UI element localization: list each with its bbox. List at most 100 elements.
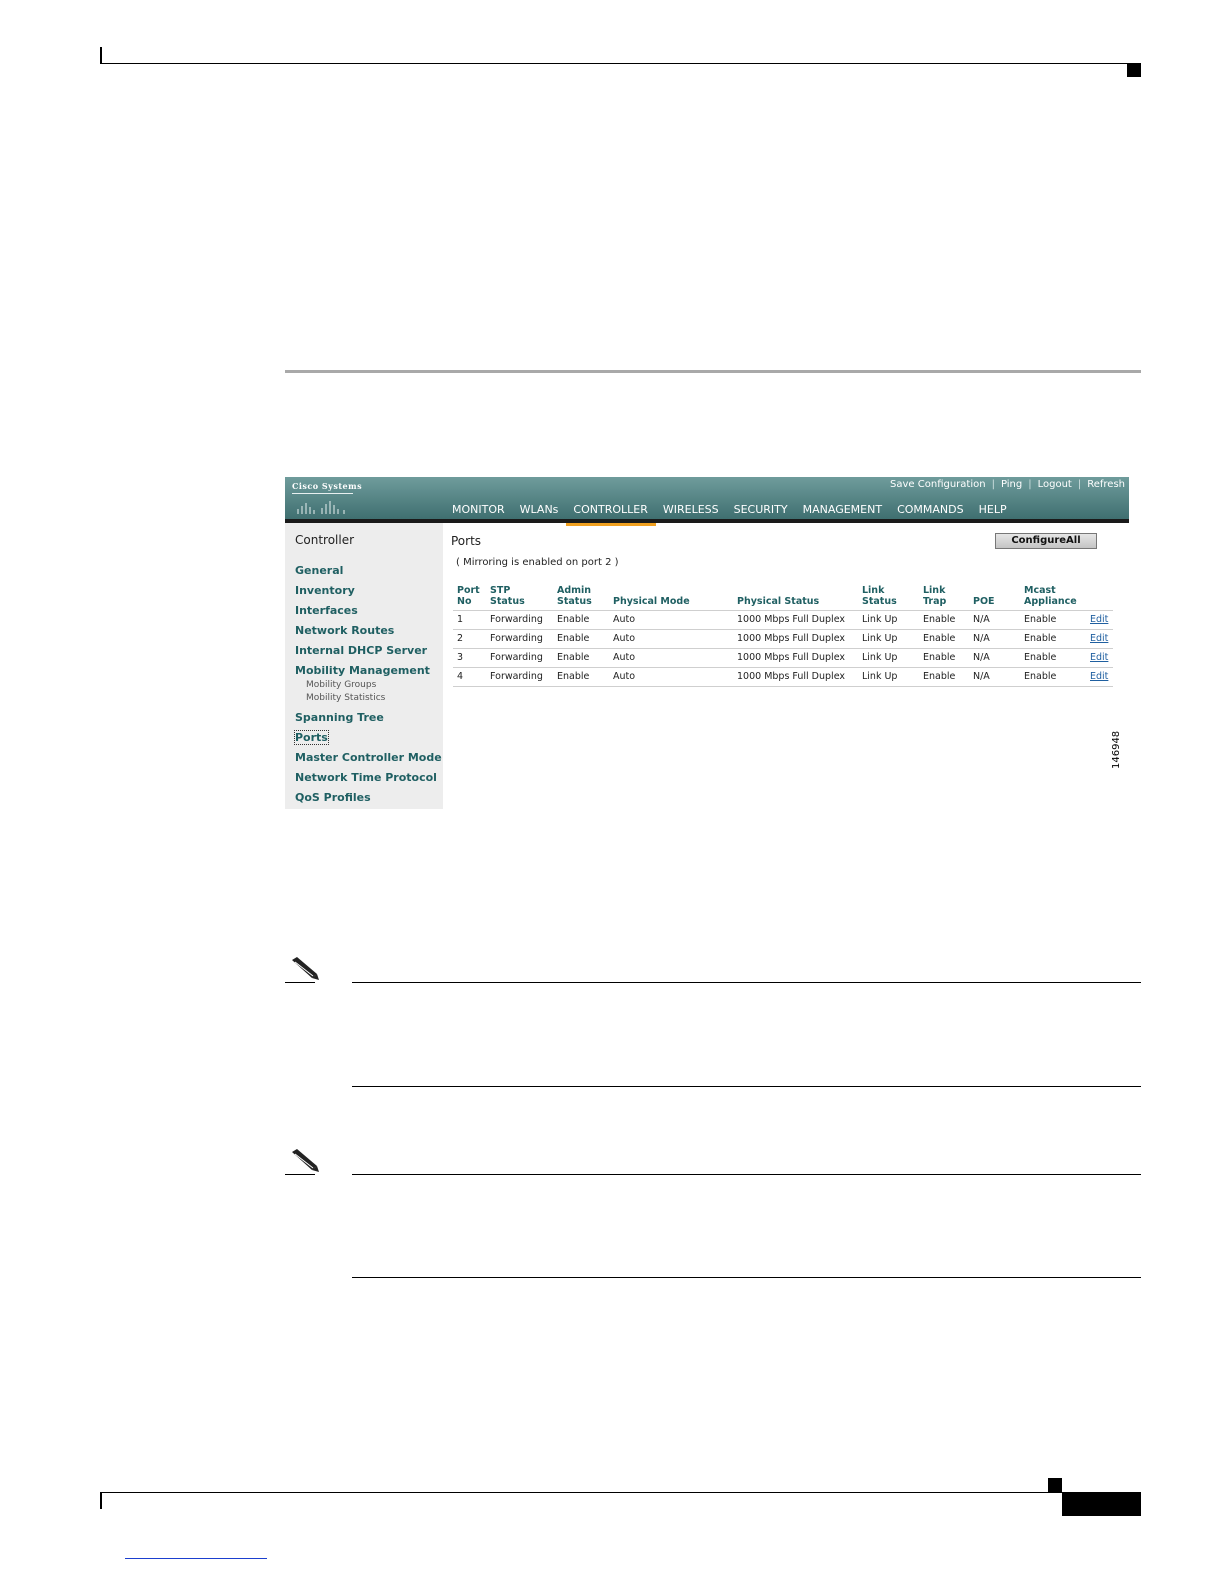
cell-link-status: Link Up — [858, 629, 919, 649]
configure-all-button[interactable]: ConfigureAll — [995, 533, 1097, 549]
sidebar-item-network-time-protocol[interactable]: Network Time Protocol — [295, 771, 437, 784]
header-marker — [1127, 64, 1141, 77]
cell-port-no: 2 — [453, 629, 486, 649]
col-mcast-appliance: Mcast Appliance — [1024, 585, 1077, 607]
col-link-trap: Link Trap — [923, 585, 947, 607]
cisco-bridge-icon — [292, 493, 353, 514]
note-icon-base — [285, 1174, 315, 1175]
cell-link-status: Link Up — [858, 667, 919, 687]
link-separator: | — [991, 479, 995, 490]
cell-stp-status: Forwarding — [486, 610, 553, 630]
cell-physical-status: 1000 Mbps Full Duplex — [733, 667, 858, 687]
ping-link[interactable]: Ping — [1001, 479, 1022, 490]
table-row: 4 Forwarding Enable Auto 1000 Mbps Full … — [453, 667, 1113, 687]
cell-link-status: Link Up — [858, 648, 919, 668]
cell-port-no: 1 — [453, 610, 486, 630]
cell-physical-mode: Auto — [609, 629, 733, 649]
cell-link-trap: Enable — [919, 667, 969, 687]
table-header-row: Port No STP Status Admin Status Physical Mo… — [453, 584, 1113, 611]
cell-mcast-appliance: Enable — [1020, 667, 1086, 687]
cisco-logo: Cisco Systems — [292, 481, 363, 491]
sidebar-item-mobility-management[interactable]: Mobility Management — [295, 664, 430, 677]
note-bottom-rule — [352, 1277, 1141, 1278]
footer-rule — [100, 1492, 1141, 1493]
tab-commands[interactable]: COMMANDS — [890, 499, 972, 521]
tab-monitor[interactable]: MONITOR — [445, 499, 513, 521]
cell-physical-mode: Auto — [609, 648, 733, 668]
cell-poe: N/A — [969, 629, 1020, 649]
note-bottom-rule — [352, 1086, 1141, 1087]
figure-id: 146948 — [1111, 730, 1122, 769]
cell-stp-status: Forwarding — [486, 667, 553, 687]
tab-controller[interactable]: CONTROLLER — [566, 499, 657, 526]
cell-poe: N/A — [969, 648, 1020, 668]
cell-port-no: 4 — [453, 667, 486, 687]
col-poe: POE — [973, 596, 995, 607]
tab-wlans[interactable]: WLANs — [513, 499, 567, 521]
sidebar-item-network-routes[interactable]: Network Routes — [295, 624, 394, 637]
cell-admin-status: Enable — [553, 648, 609, 668]
page-title: Ports — [451, 534, 482, 548]
cell-poe: N/A — [969, 667, 1020, 687]
page-number-block — [1062, 1493, 1141, 1516]
edit-link[interactable]: Edit — [1090, 671, 1108, 682]
cell-stp-status: Forwarding — [486, 648, 553, 668]
sidebar-item-ports[interactable]: Ports — [294, 730, 329, 745]
sidebar-item-general[interactable]: General — [295, 564, 343, 577]
header-rule — [100, 63, 1141, 64]
cell-link-trap: Enable — [919, 629, 969, 649]
cell-stp-status: Forwarding — [486, 629, 553, 649]
tab-management[interactable]: MANAGEMENT — [796, 499, 890, 521]
col-physical-mode: Physical Mode — [613, 596, 690, 607]
tab-wireless[interactable]: WIRELESS — [656, 499, 727, 521]
sidebar-item-interfaces[interactable]: Interfaces — [295, 604, 358, 617]
ports-table: Port No STP Status Admin Status Physical Mo… — [453, 584, 1113, 687]
section-rule — [285, 370, 1141, 373]
cell-link-trap: Enable — [919, 610, 969, 630]
mirroring-note: ( Mirroring is enabled on port 2 ) — [456, 557, 619, 568]
footer-tick — [100, 1492, 102, 1509]
note-top-rule — [352, 982, 1141, 983]
sidebar-item-spanning-tree[interactable]: Spanning Tree — [295, 711, 384, 724]
sidebar-subitem-mobility-groups[interactable]: Mobility Groups — [306, 680, 376, 690]
table-row: 3 Forwarding Enable Auto 1000 Mbps Full … — [453, 648, 1113, 668]
refresh-link[interactable]: Refresh — [1087, 479, 1125, 490]
footer-link-underline[interactable] — [125, 1558, 267, 1559]
edit-link[interactable]: Edit — [1090, 633, 1108, 644]
col-physical-status: Physical Status — [737, 596, 820, 607]
pencil-icon — [292, 1149, 319, 1172]
cell-mcast-appliance: Enable — [1020, 629, 1086, 649]
cell-poe: N/A — [969, 610, 1020, 630]
save-configuration-link[interactable]: Save Configuration — [890, 479, 986, 490]
cell-admin-status: Enable — [553, 629, 609, 649]
cell-physical-mode: Auto — [609, 667, 733, 687]
cell-physical-mode: Auto — [609, 610, 733, 630]
controller-screenshot: Cisco Systems Save Configuration | Ping … — [285, 477, 1129, 809]
sidebar-item-inventory[interactable]: Inventory — [295, 584, 355, 597]
logout-link[interactable]: Logout — [1038, 479, 1072, 490]
top-bar: Cisco Systems Save Configuration | Ping … — [285, 477, 1129, 526]
pencil-icon — [292, 957, 319, 980]
col-port-no: Port No — [457, 585, 480, 607]
link-separator: | — [1028, 479, 1032, 490]
tab-help[interactable]: HELP — [972, 499, 1015, 521]
edit-link[interactable]: Edit — [1090, 614, 1108, 625]
col-edit — [1086, 584, 1113, 611]
edit-link[interactable]: Edit — [1090, 652, 1108, 663]
sidebar-item-master-controller-mode[interactable]: Master Controller Mode — [295, 751, 442, 764]
note-top-rule — [352, 1174, 1141, 1175]
cell-physical-status: 1000 Mbps Full Duplex — [733, 610, 858, 630]
table-row: 1 Forwarding Enable Auto 1000 Mbps Full … — [453, 610, 1113, 630]
cell-port-no: 3 — [453, 648, 486, 668]
cell-physical-status: 1000 Mbps Full Duplex — [733, 629, 858, 649]
tab-security[interactable]: SECURITY — [727, 499, 796, 521]
cell-admin-status: Enable — [553, 610, 609, 630]
main-nav: MONITOR WLANs CONTROLLER WIRELESS SECURI… — [445, 499, 1015, 526]
col-stp-status: STP Status — [490, 585, 525, 607]
cell-link-trap: Enable — [919, 648, 969, 668]
link-separator: | — [1077, 479, 1082, 490]
sidebar-item-internal-dhcp-server[interactable]: Internal DHCP Server — [295, 644, 427, 657]
sidebar-item-qos-profiles[interactable]: QoS Profiles — [295, 791, 371, 804]
sidebar-subitem-mobility-statistics[interactable]: Mobility Statistics — [306, 693, 385, 703]
cell-mcast-appliance: Enable — [1020, 648, 1086, 668]
